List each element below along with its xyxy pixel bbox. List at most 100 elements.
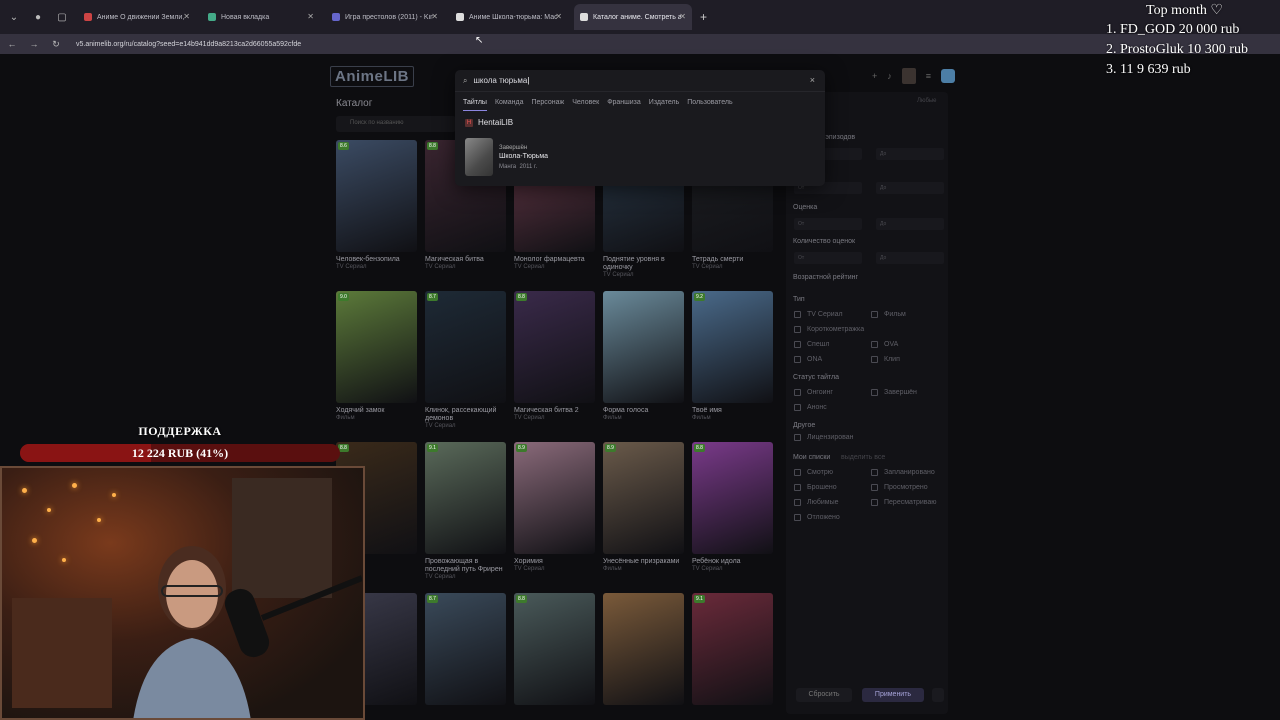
filter-checkbox[interactable]: Смотрю (794, 469, 833, 476)
filter-checkbox[interactable]: TV Сериал (794, 311, 843, 318)
anime-card[interactable]: 8.9 Хоримия TV Сериал (514, 442, 595, 572)
tab-search-icon[interactable]: ▢ (52, 7, 72, 27)
cloud-icon[interactable] (941, 69, 955, 83)
anime-title[interactable]: Провожающая в последний путь Фрирен (425, 558, 506, 574)
filter-checkbox[interactable]: Завершён (871, 389, 917, 396)
search-tab[interactable]: Пользователь (687, 99, 732, 111)
year-to[interactable]: До (876, 182, 944, 194)
filter-checkbox[interactable]: Брошено (794, 484, 837, 491)
search-tab[interactable]: Франшиза (607, 99, 641, 111)
checkbox-box[interactable] (871, 389, 878, 396)
search-tab[interactable]: Тайтлы (463, 99, 487, 111)
search-tab[interactable]: Человек (572, 99, 599, 111)
anime-poster[interactable]: 9.0 (336, 291, 417, 403)
anime-poster[interactable]: 8.8 (514, 593, 595, 705)
anime-poster[interactable]: 9.1 (692, 593, 773, 705)
anime-card[interactable]: 8.8 Магическая битва 2 TV Сериал (514, 291, 595, 421)
apply-button[interactable]: Применить (862, 688, 924, 702)
anime-card[interactable]: 9.0 Ходячий замок Фильм (336, 291, 417, 421)
close-icon[interactable]: × (810, 75, 815, 85)
age-rating-label[interactable]: Возрастной рейтинг (793, 274, 858, 281)
anime-title[interactable]: Поднятие уровня в одиночку (603, 256, 684, 272)
checkbox-box[interactable] (871, 499, 878, 506)
anime-poster[interactable]: 8.9 (603, 442, 684, 554)
anime-title[interactable]: Унесённые призраками (603, 558, 684, 566)
filter-checkbox[interactable]: Отложено (794, 514, 840, 521)
anime-card[interactable] (603, 593, 684, 705)
checkbox-box[interactable] (794, 389, 801, 396)
anime-title[interactable]: Тетрадь смерти (692, 256, 773, 264)
browser-tab[interactable]: Аниме О движении Земли, Сп✕ (78, 4, 196, 30)
back-arrow-icon[interactable]: ← (4, 39, 20, 49)
anime-card[interactable]: 8.8 (514, 593, 595, 705)
anime-title[interactable]: Клинок, рассекающий демонов (425, 407, 506, 423)
episodes-to[interactable]: До (876, 148, 944, 160)
search-tab[interactable]: Команда (495, 99, 524, 111)
filter-checkbox[interactable]: Пересматриваю (871, 499, 937, 506)
filter-checkbox[interactable]: Онгоинг (794, 389, 833, 396)
checkbox-box[interactable] (871, 469, 878, 476)
filter-checkbox[interactable]: Фильм (871, 311, 906, 318)
browser-tab[interactable]: Аниме Школа-тюрьма: Мастер✕ (450, 4, 568, 30)
sort-dropdown[interactable]: Любые (917, 98, 937, 104)
checkbox-box[interactable] (871, 341, 878, 348)
filter-checkbox[interactable]: Спешл (794, 341, 829, 348)
anime-card[interactable]: 8.7 Клинок, рассекающий демонов TV Сериал (425, 291, 506, 429)
filter-checkbox[interactable]: Любимые (794, 499, 839, 506)
rating-count-to[interactable]: До (876, 252, 944, 264)
checkbox-box[interactable] (794, 514, 801, 521)
anime-poster[interactable]: 8.6 (336, 140, 417, 252)
close-tab-icon[interactable]: ✕ (183, 12, 190, 21)
filter-checkbox[interactable]: ONA (794, 356, 822, 363)
anime-title[interactable]: Магическая битва (425, 256, 506, 264)
anime-poster[interactable]: 8.8 (692, 442, 773, 554)
checkbox-box[interactable] (794, 326, 801, 333)
close-tab-icon[interactable]: ✕ (555, 12, 562, 21)
result-title[interactable]: Школа-Тюрьма (499, 153, 548, 160)
search-tab[interactable]: Персонаж (531, 99, 564, 111)
anime-card[interactable]: Форма голоса Фильм (603, 291, 684, 421)
filter-checkbox[interactable]: Просмотрено (871, 484, 928, 491)
filter-checkbox[interactable]: Запланировано (871, 469, 935, 476)
licensed-checkbox[interactable]: Лицензирован (794, 434, 854, 441)
anime-poster[interactable]: 8.9 (514, 442, 595, 554)
anime-poster[interactable] (603, 291, 684, 403)
anime-card[interactable]: 8.7 (425, 593, 506, 705)
filter-settings-icon[interactable] (932, 688, 944, 702)
reload-icon[interactable]: ↻ (48, 39, 64, 50)
anime-poster[interactable] (603, 593, 684, 705)
anime-title[interactable]: Форма голоса (603, 407, 684, 415)
reset-button[interactable]: Сбросить (796, 688, 852, 702)
checkbox-box[interactable] (871, 311, 878, 318)
rating-count-from[interactable]: От (794, 252, 862, 264)
anime-poster[interactable]: 9.2 (692, 291, 773, 403)
filter-checkbox[interactable]: Анонс (794, 404, 827, 411)
extension-icon[interactable]: ● (28, 7, 48, 27)
anime-title[interactable]: Ребёнок идола (692, 558, 773, 566)
browser-tab[interactable]: Новая вкладка ✕ (202, 4, 320, 30)
rating-from[interactable]: От (794, 218, 862, 230)
checkbox-box[interactable] (871, 356, 878, 363)
anime-card[interactable]: 8.6 Человек-бензопила TV Сериал (336, 140, 417, 270)
search-input[interactable]: школа тюрьма (473, 76, 527, 85)
anime-title[interactable]: Твоё имя (692, 407, 773, 415)
close-tab-icon[interactable]: ✕ (307, 12, 314, 21)
anime-card[interactable]: 9.1 Провожающая в последний путь Фрирен TV… (425, 442, 506, 580)
rating-to[interactable]: До (876, 218, 944, 230)
close-tab-icon[interactable]: ✕ (431, 12, 438, 21)
add-icon[interactable]: + (872, 71, 877, 81)
forward-arrow-icon[interactable]: → (26, 39, 42, 49)
anime-card[interactable]: 9.1 (692, 593, 773, 705)
anime-title[interactable]: Ходячий замок (336, 407, 417, 415)
checkbox-box[interactable] (871, 484, 878, 491)
checkbox-box[interactable] (794, 499, 801, 506)
bell-icon[interactable]: ♪ (887, 71, 892, 81)
filter-checkbox[interactable]: Короткометражка (794, 326, 864, 333)
new-tab-plus-icon[interactable]: + (700, 10, 707, 24)
checkbox-box[interactable] (794, 404, 801, 411)
anime-poster[interactable]: 8.8 (514, 291, 595, 403)
anime-poster[interactable]: 9.1 (425, 442, 506, 554)
checkbox-box[interactable] (794, 311, 801, 318)
filter-checkbox[interactable]: Клип (871, 356, 900, 363)
catalog-search-input[interactable]: Поиск по названию (336, 116, 456, 132)
